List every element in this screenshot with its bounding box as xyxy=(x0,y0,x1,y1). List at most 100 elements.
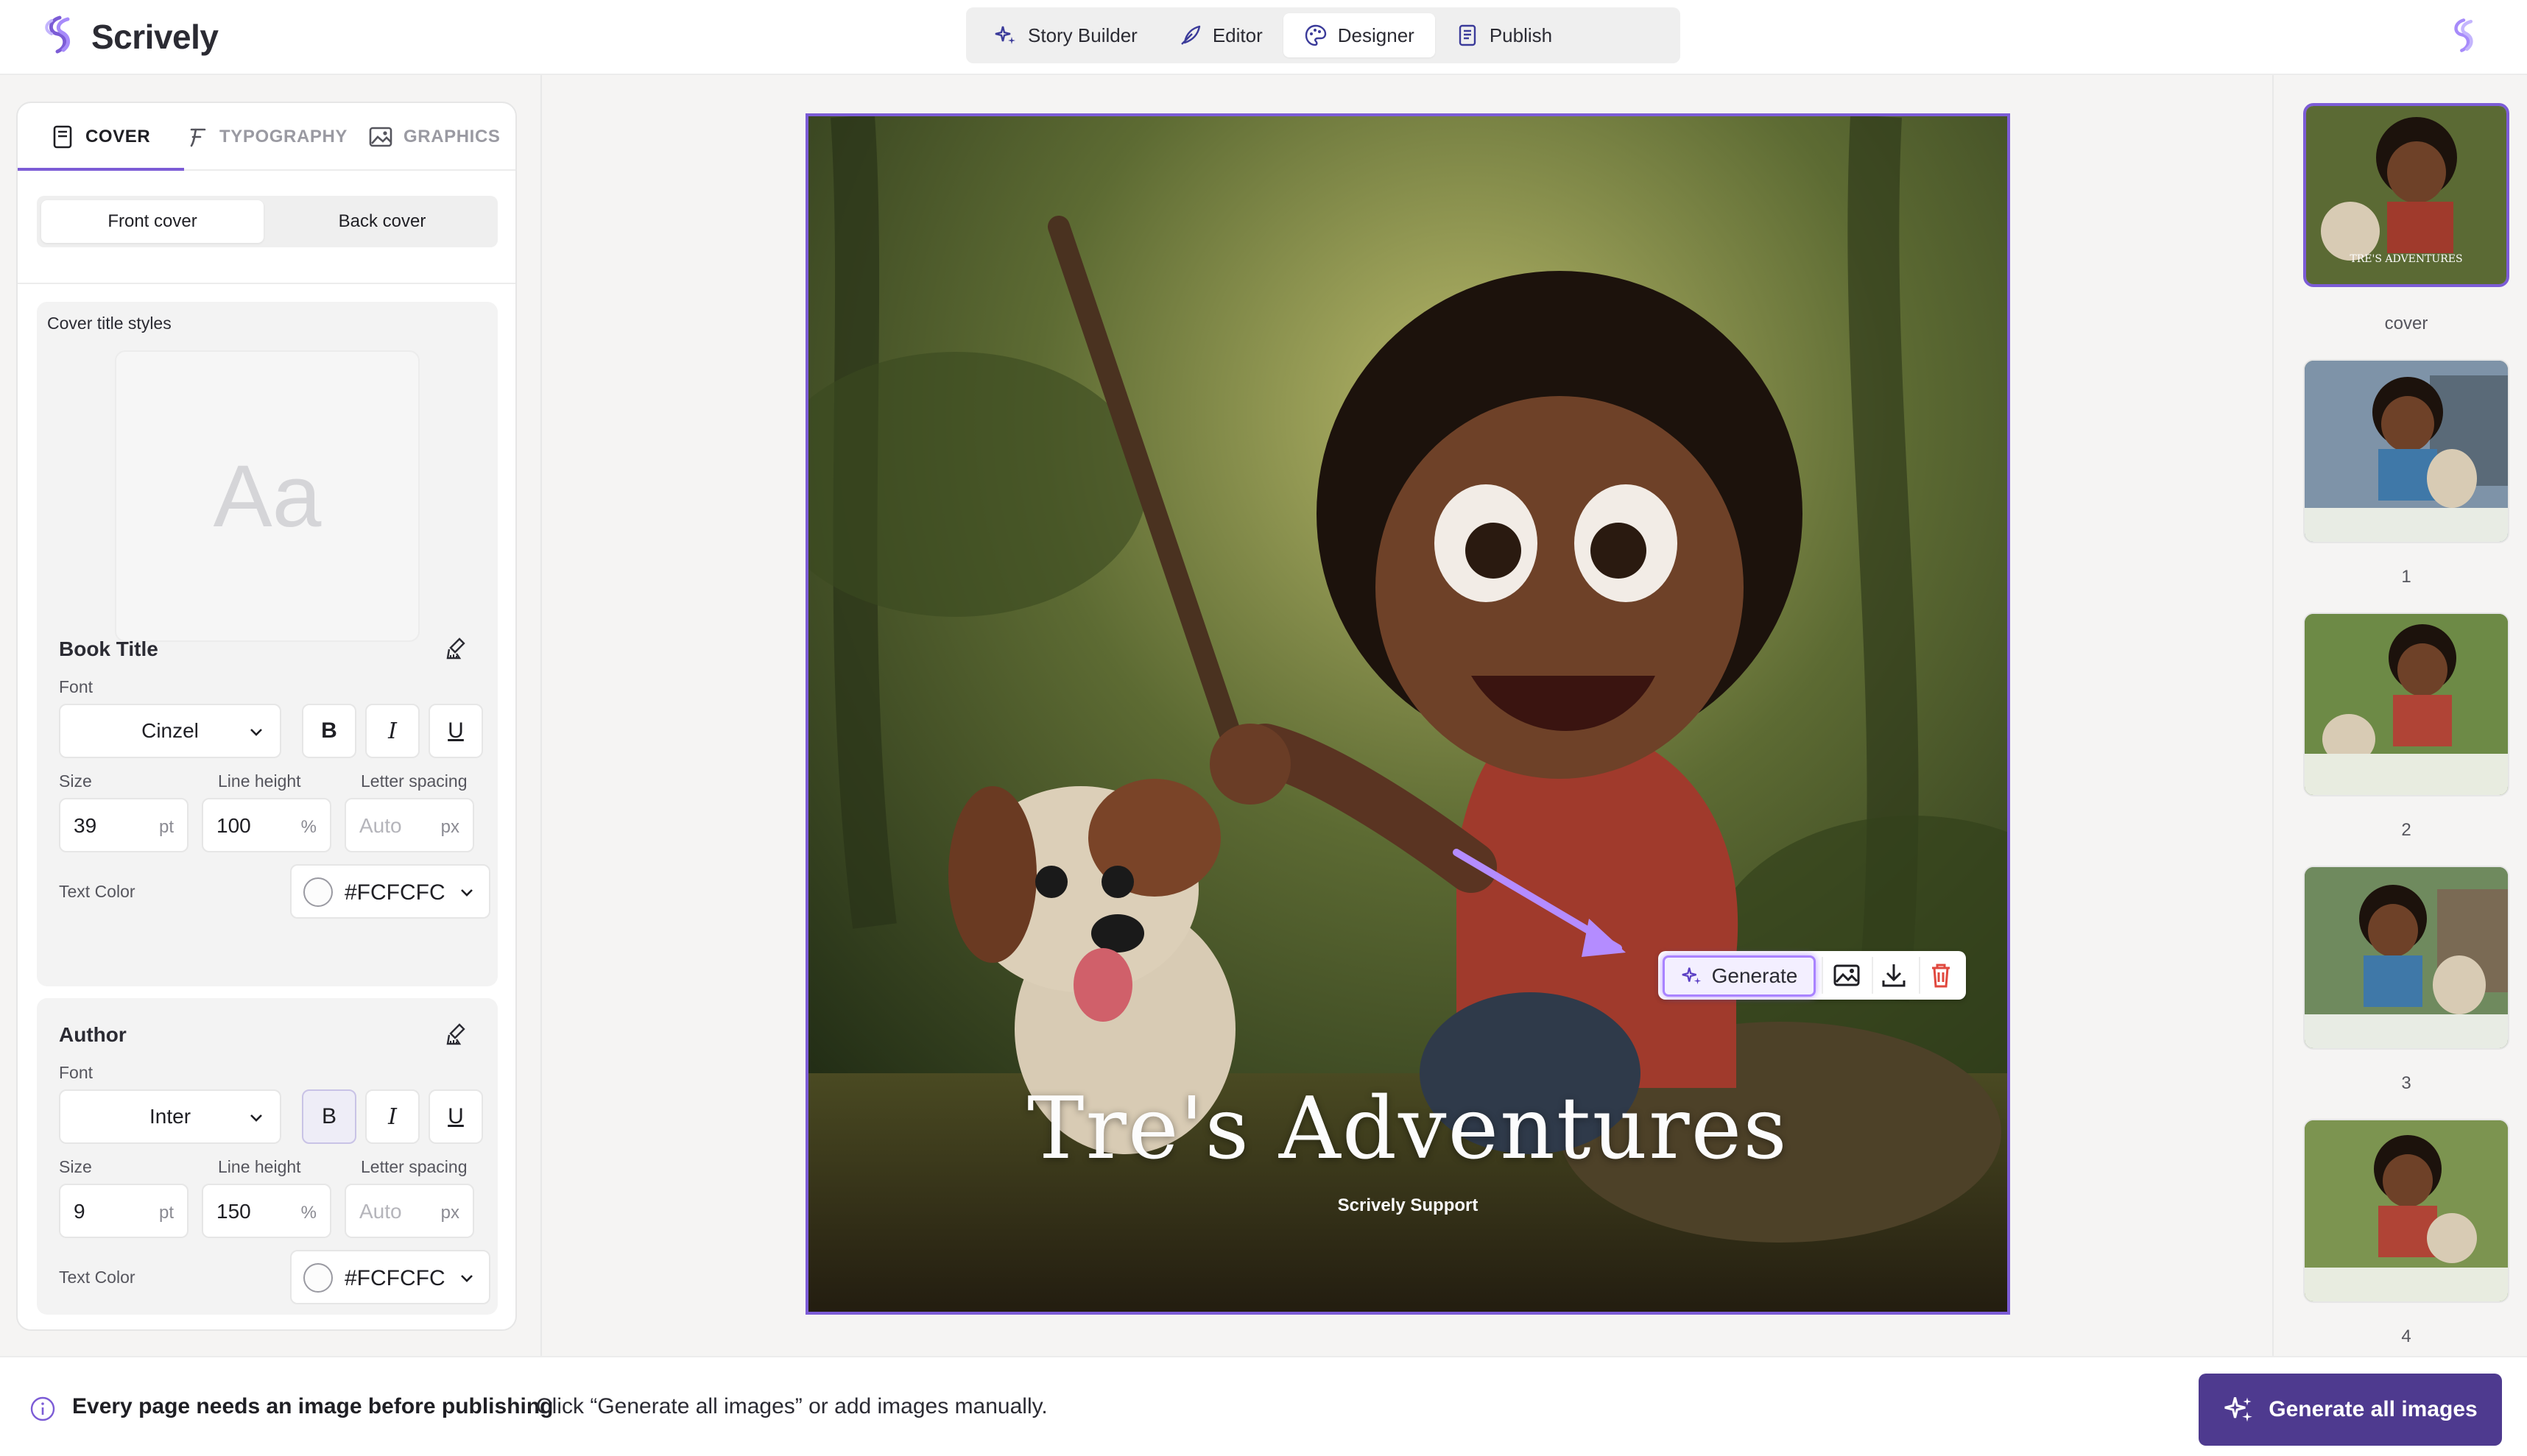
sparkle-icon xyxy=(2224,1397,2253,1422)
tab-graphics[interactable]: GRAPHICS xyxy=(368,103,500,171)
book-title-text-color-label: Text Color xyxy=(59,882,135,901)
app-logo[interactable]: Scrively xyxy=(38,13,219,60)
author-font-select[interactable]: Inter xyxy=(59,1089,281,1144)
nav-designer-label: Designer xyxy=(1337,24,1414,46)
download-icon[interactable] xyxy=(1879,961,1909,993)
thumbnail-page-4-label: 4 xyxy=(2401,1326,2411,1346)
author-letter-spacing-label: Letter spacing xyxy=(361,1157,468,1176)
book-title-font-select[interactable]: Cinzel xyxy=(59,704,281,758)
left-sidebar: COVER TYPOGRAPHY GRAPHICS Front cover Ba… xyxy=(0,75,542,1356)
replace-image-icon[interactable] xyxy=(1832,961,1861,993)
tab-typography-label: TYPOGRAPHY xyxy=(219,127,348,146)
author-color-picker[interactable]: #FCFCFC xyxy=(290,1250,490,1304)
thumbnail-page-4[interactable] xyxy=(2303,1119,2509,1303)
book-title-letter-spacing-unit: px xyxy=(440,817,459,837)
author-underline-button[interactable]: U xyxy=(429,1089,483,1144)
toolbar-divider xyxy=(1919,957,1920,994)
sparkle-icon xyxy=(1682,967,1701,985)
nav-publish-label: Publish xyxy=(1489,24,1553,46)
user-menu-logo-icon[interactable] xyxy=(2445,16,2483,58)
book-title-font-label: Font xyxy=(59,677,94,696)
book-title-controls: Book Title Font Cinzel B I U Size Line h… xyxy=(37,632,498,985)
thumbnail-page-3[interactable] xyxy=(2303,866,2509,1050)
color-swatch xyxy=(303,877,333,907)
book-title-bold-button[interactable]: B xyxy=(302,704,356,758)
style-preview-text: Aa xyxy=(213,447,322,545)
cover-author-name[interactable]: Scrively Support xyxy=(808,1195,2007,1216)
nav-publish[interactable]: Publish xyxy=(1435,13,1573,57)
clear-formatting-icon[interactable] xyxy=(445,636,471,666)
book-title-letter-spacing-label: Letter spacing xyxy=(361,771,468,791)
divider xyxy=(18,283,515,284)
nav-editor[interactable]: Editor xyxy=(1158,13,1283,57)
generate-image-label: Generate xyxy=(1711,964,1798,987)
author-size-unit: pt xyxy=(158,1203,174,1223)
author-color-value: #FCFCFC xyxy=(345,1266,445,1290)
author-size-input[interactable]: 9 pt xyxy=(59,1184,188,1238)
author-bold-button[interactable]: B xyxy=(302,1089,356,1144)
book-title-size-label: Size xyxy=(59,771,92,791)
author-line-height-value: 150 xyxy=(216,1200,251,1223)
front-cover-button[interactable]: Front cover xyxy=(41,200,264,243)
nav-story-builder-label: Story Builder xyxy=(1028,24,1138,46)
thumbnail-cover[interactable]: TRE'S ADVENTURES xyxy=(2303,103,2509,287)
design-panel: COVER TYPOGRAPHY GRAPHICS Front cover Ba… xyxy=(16,102,517,1331)
author-line-height-unit: % xyxy=(300,1203,317,1223)
cover-page[interactable]: Tre's Adventures Scrively Support Genera… xyxy=(806,113,2010,1315)
book-title-underline-button[interactable]: U xyxy=(429,704,483,758)
generate-all-images-button[interactable]: Generate all images xyxy=(2199,1374,2502,1446)
thumbnail-cover-label: cover xyxy=(2384,314,2428,333)
panel-tabs: COVER TYPOGRAPHY GRAPHICS xyxy=(18,103,515,171)
author-italic-button[interactable]: I xyxy=(365,1089,420,1144)
typography-icon xyxy=(190,128,206,147)
cover-side-toggle: Front cover Back cover xyxy=(37,196,498,247)
tab-typography[interactable]: TYPOGRAPHY xyxy=(186,103,348,171)
document-icon xyxy=(1459,24,1476,46)
thumbnail-image: TRE'S ADVENTURES xyxy=(2306,106,2506,284)
book-title-size-input[interactable]: 39 pt xyxy=(59,798,188,852)
main-nav: Story Builder Editor Designer Publish xyxy=(966,7,1680,63)
author-line-height-input[interactable]: 150 % xyxy=(202,1184,331,1238)
tab-cover[interactable]: COVER xyxy=(50,103,150,171)
chevron-down-icon xyxy=(461,889,473,897)
chevron-down-icon xyxy=(250,1114,262,1122)
author-size-label: Size xyxy=(59,1157,92,1176)
book-title-line-height-input[interactable]: 100 % xyxy=(202,798,331,852)
thumbnail-page-2[interactable] xyxy=(2303,612,2509,796)
nav-story-builder[interactable]: Story Builder xyxy=(973,13,1158,57)
trash-icon[interactable] xyxy=(1926,961,1956,993)
thumbnail-page-1-label: 1 xyxy=(2401,567,2411,587)
book-title-size-value: 39 xyxy=(74,814,97,837)
nav-editor-label: Editor xyxy=(1212,24,1263,46)
thumbnail-page-1[interactable] xyxy=(2303,359,2509,543)
author-heading: Author xyxy=(59,1023,127,1046)
palette-icon xyxy=(1305,24,1326,46)
book-title-color-picker[interactable]: #FCFCFC xyxy=(290,864,490,919)
warning-hint: Click “Generate all images” or add image… xyxy=(536,1394,1048,1418)
thumbnail-image xyxy=(2305,614,2508,795)
top-header: Scrively Story Builder Editor Designer P… xyxy=(0,0,2527,75)
nav-designer[interactable]: Designer xyxy=(1283,13,1435,57)
cover-book-title[interactable]: Tre's Adventures xyxy=(808,1079,2007,1178)
back-cover-button[interactable]: Back cover xyxy=(271,200,493,243)
thumbnail-page-2-label: 2 xyxy=(2401,820,2411,840)
thumbnail-image xyxy=(2305,361,2508,542)
tab-cover-label: COVER xyxy=(85,127,151,146)
thumbnail-page-3-label: 3 xyxy=(2401,1073,2411,1093)
image-icon xyxy=(369,127,392,147)
book-title-italic-button[interactable]: I xyxy=(365,704,420,758)
style-preview-tile[interactable]: Aa xyxy=(115,350,420,642)
tab-graphics-label: GRAPHICS xyxy=(403,127,501,146)
book-title-line-height-label: Line height xyxy=(218,771,301,791)
clear-formatting-icon[interactable] xyxy=(445,1022,471,1052)
cover-icon xyxy=(53,125,72,149)
book-title-color-value: #FCFCFC xyxy=(345,880,445,905)
book-title-letter-spacing-placeholder: Auto xyxy=(359,814,402,837)
book-title-letter-spacing-input[interactable]: Auto px xyxy=(345,798,474,852)
generate-image-button[interactable]: Generate xyxy=(1663,955,1816,997)
book-title-heading: Book Title xyxy=(59,637,158,660)
feather-pen-icon xyxy=(1180,25,1201,45)
sparkle-icon xyxy=(995,26,1015,44)
author-letter-spacing-input[interactable]: Auto px xyxy=(345,1184,474,1238)
author-section: Author Font Inter B I U Size Line height… xyxy=(37,998,498,1315)
